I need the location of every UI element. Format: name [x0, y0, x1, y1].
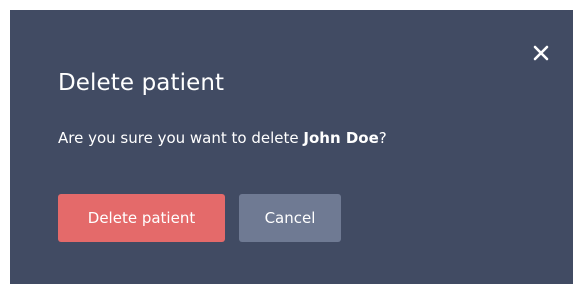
message-prefix: Are you sure you want to delete — [58, 129, 304, 147]
close-icon — [533, 45, 549, 61]
message-suffix: ? — [378, 129, 387, 147]
close-button[interactable] — [528, 40, 554, 66]
delete-patient-dialog: Delete patient Are you sure you want to … — [10, 10, 573, 284]
cancel-button[interactable]: Cancel — [239, 194, 341, 242]
dialog-title: Delete patient — [58, 70, 225, 96]
page-background: Delete patient Are you sure you want to … — [0, 0, 573, 295]
delete-patient-button[interactable]: Delete patient — [58, 194, 225, 242]
patient-name: John Doe — [303, 129, 379, 147]
dialog-message: Are you sure you want to delete John Doe… — [58, 129, 387, 147]
